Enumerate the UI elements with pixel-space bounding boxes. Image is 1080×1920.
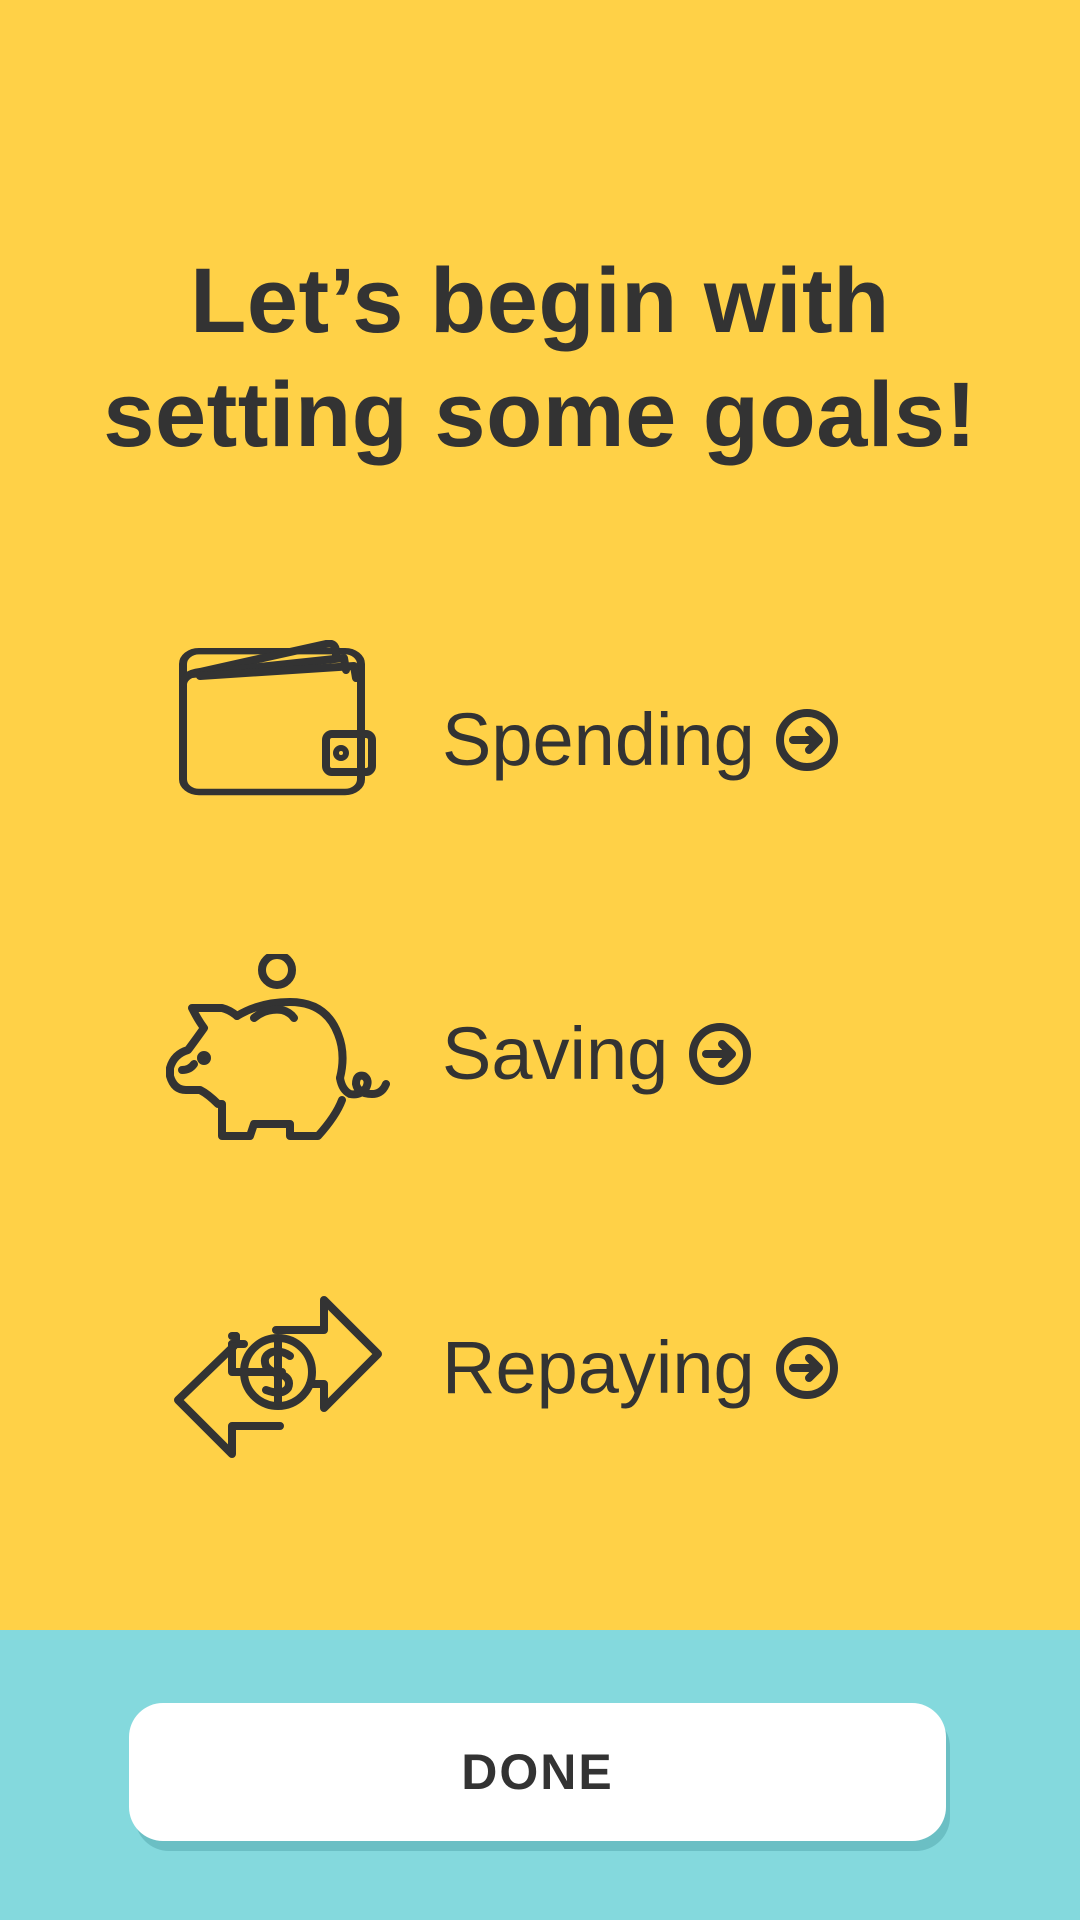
goal-label-spending: Spending bbox=[442, 698, 755, 781]
goal-item-saving[interactable]: Saving bbox=[160, 954, 920, 1154]
money-exchange-icon bbox=[160, 1268, 400, 1468]
wallet-icon bbox=[160, 640, 400, 840]
goal-label-group: Saving bbox=[442, 954, 752, 1154]
page-title: Let’s begin with setting some goals! bbox=[60, 244, 1020, 472]
goal-label-group: Repaying bbox=[442, 1268, 839, 1468]
goal-item-repaying[interactable]: Repaying bbox=[160, 1268, 920, 1468]
arrow-circle-right-icon[interactable] bbox=[775, 1336, 839, 1400]
goal-item-spending[interactable]: Spending bbox=[160, 640, 920, 840]
goal-label-repaying: Repaying bbox=[442, 1326, 755, 1409]
goals-panel: Let’s begin with setting some goals! Spe… bbox=[0, 0, 1080, 1630]
piggy-bank-icon bbox=[160, 954, 400, 1154]
goal-label-group: Spending bbox=[442, 640, 839, 840]
arrow-circle-right-icon[interactable] bbox=[688, 1022, 752, 1086]
page-title-line-1: Let’s begin with bbox=[190, 250, 890, 352]
arrow-circle-right-icon[interactable] bbox=[775, 708, 839, 772]
goal-label-saving: Saving bbox=[442, 1012, 669, 1095]
page-title-line-2: setting some goals! bbox=[103, 364, 977, 466]
done-button[interactable]: DONE bbox=[129, 1703, 946, 1841]
